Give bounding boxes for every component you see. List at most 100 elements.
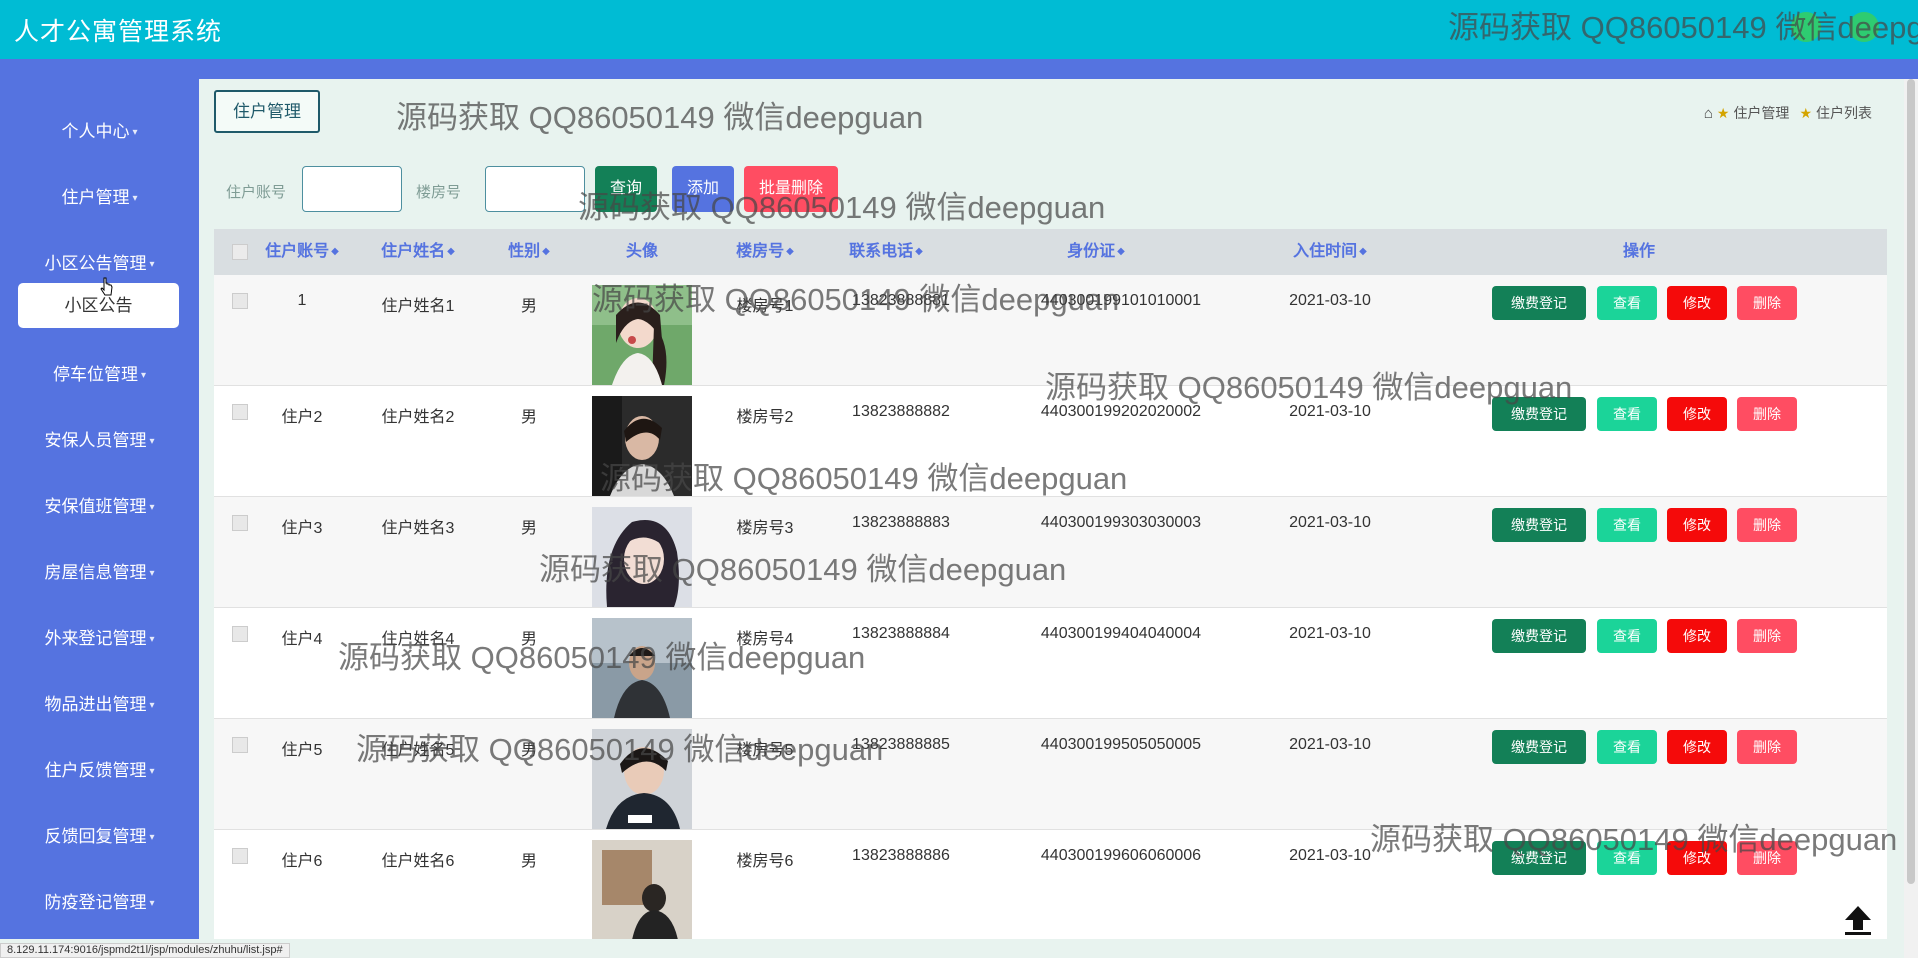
edit-button[interactable]: 修改 [1667, 619, 1727, 653]
pay-button[interactable]: 缴费登记 [1492, 730, 1586, 764]
batch-delete-button[interactable]: 批量删除 [744, 166, 838, 212]
edit-button[interactable]: 修改 [1667, 508, 1727, 542]
sidebar-item-goods-inout[interactable]: 物品进出管理 ▾ [0, 690, 199, 715]
edit-button[interactable]: 修改 [1667, 730, 1727, 764]
column-header-gender[interactable]: 性别 ◆ [504, 229, 554, 275]
sidebar-item-feedback-reply[interactable]: 反馈回复管理 ▾ [0, 822, 199, 847]
sidebar-item-label: 物品进出管理 [44, 695, 147, 714]
sidebar-item-visitor-registration[interactable]: 外来登记管理 ▾ [0, 624, 199, 649]
sidebar-item-housing[interactable]: 房屋信息管理 ▾ [0, 558, 199, 583]
delete-button[interactable]: 删除 [1737, 286, 1797, 320]
sidebar-item-label: 反馈回复管理 [44, 827, 147, 846]
column-header-name[interactable]: 住户姓名 ◆ [378, 229, 458, 275]
home-icon[interactable]: ⌂ [1704, 105, 1713, 122]
caret-down-icon: ▾ [149, 832, 155, 844]
sidebar-item-security-duty[interactable]: 安保值班管理 ▾ [0, 492, 199, 517]
table-row: 住户6 住户姓名6 男 楼房号6 13823888886 44030019960… [214, 830, 1887, 939]
sidebar-item-feedback[interactable]: 住户反馈管理 ▾ [0, 756, 199, 781]
avatar [592, 507, 692, 607]
delete-button[interactable]: 删除 [1737, 619, 1797, 653]
cell-move-in: 2021-03-10 [1289, 736, 1371, 753]
delete-button[interactable]: 删除 [1737, 730, 1797, 764]
cell-move-in: 2021-03-10 [1289, 514, 1371, 531]
sidebar: 个人中心 ▾ 住户管理 ▾ 小区公告管理 ▾ 小区公告 停车位管理 ▾ 安保人员管理 ▾ … [0, 79, 199, 939]
caret-down-icon: ▾ [149, 502, 155, 514]
edit-button[interactable]: 修改 [1667, 841, 1727, 875]
pay-button[interactable]: 缴费登记 [1492, 397, 1586, 431]
sidebar-item-personal-center[interactable]: 个人中心 ▾ [0, 117, 199, 142]
row-checkbox[interactable] [232, 515, 248, 531]
avatar [592, 618, 692, 718]
breadcrumb-item[interactable]: 住户管理 [1733, 103, 1789, 123]
view-button[interactable]: 查看 [1597, 286, 1657, 320]
edit-button[interactable]: 修改 [1667, 286, 1727, 320]
query-button[interactable]: 查询 [595, 166, 657, 212]
sort-icon: ◆ [915, 246, 923, 257]
pay-button[interactable]: 缴费登记 [1492, 286, 1586, 320]
view-button[interactable]: 查看 [1597, 397, 1657, 431]
column-header-label: 入住时间 [1293, 243, 1358, 261]
watermark: 源码获取 QQ86050149 微信deepguan [396, 100, 924, 135]
view-button[interactable]: 查看 [1597, 730, 1657, 764]
top-circle-button-1[interactable] [1791, 12, 1821, 42]
row-checkbox[interactable] [232, 737, 248, 753]
sidebar-item-label: 房屋信息管理 [44, 563, 147, 582]
select-all-checkbox[interactable] [232, 244, 248, 260]
column-header-building[interactable]: 楼房号 ◆ [730, 229, 800, 275]
scrollbar-thumb[interactable] [1907, 79, 1915, 884]
add-button[interactable]: 添加 [672, 166, 734, 212]
cell-id-card: 440300199101010001 [1040, 292, 1202, 309]
breadcrumb: ⌂ ★ 住户管理 ★ 住户列表 [1704, 103, 1872, 123]
pay-button[interactable]: 缴费登记 [1492, 841, 1586, 875]
cell-gender: 男 [520, 742, 537, 759]
sidebar-item-security-staff[interactable]: 安保人员管理 ▾ [0, 426, 199, 451]
sort-icon: ◆ [542, 246, 550, 257]
sidebar-item-label: 安保值班管理 [44, 497, 147, 516]
delete-button[interactable]: 删除 [1737, 841, 1797, 875]
sort-icon: ◆ [447, 246, 455, 257]
account-input[interactable] [302, 166, 402, 212]
sidebar-item-label: 住户反馈管理 [44, 761, 147, 780]
sort-icon: ◆ [1359, 246, 1367, 257]
top-circle-button-2[interactable] [1849, 12, 1879, 42]
view-button[interactable]: 查看 [1597, 619, 1657, 653]
sidebar-item-notices[interactable]: 小区公告管理 ▾ [0, 249, 199, 274]
submenu-item-notice[interactable]: 小区公告 [18, 283, 179, 328]
building-input[interactable] [485, 166, 585, 212]
page-tab-residents[interactable]: 住户管理 [214, 90, 320, 133]
sidebar-item-label: 防疫登记管理 [44, 893, 147, 912]
column-header-move-in[interactable]: 入住时间 ◆ [1290, 229, 1370, 275]
column-header-phone[interactable]: 联系电话 ◆ [846, 229, 926, 275]
table-row: 住户4 住户姓名4 男 楼房号4 13823888884 44030019940… [214, 608, 1887, 719]
row-checkbox[interactable] [232, 293, 248, 309]
view-button[interactable]: 查看 [1597, 841, 1657, 875]
sidebar-item-parking[interactable]: 停车位管理 ▾ [0, 360, 199, 385]
column-header-id-card[interactable]: 身份证 ◆ [1061, 229, 1131, 275]
caret-down-icon: ▾ [132, 193, 138, 205]
cell-building: 楼房号1 [736, 298, 794, 315]
cell-name: 住户姓名4 [381, 631, 455, 648]
table-row: 住户3 住户姓名3 男 楼房号3 13823888883 44030019930… [214, 497, 1887, 608]
pay-button[interactable]: 缴费登记 [1492, 619, 1586, 653]
row-checkbox[interactable] [232, 848, 248, 864]
sidebar-item-epidemic[interactable]: 防疫登记管理 ▾ [0, 888, 199, 913]
page-scrollbar[interactable] [1904, 79, 1918, 958]
view-button[interactable]: 查看 [1597, 508, 1657, 542]
app-title: 人才公寓管理系统 [14, 18, 223, 46]
cell-gender: 男 [520, 298, 537, 315]
mouse-cursor-icon [100, 277, 113, 296]
delete-button[interactable]: 删除 [1737, 508, 1797, 542]
edit-button[interactable]: 修改 [1667, 397, 1727, 431]
cell-gender: 男 [520, 520, 537, 537]
sidebar-item-residents[interactable]: 住户管理 ▾ [0, 183, 199, 208]
pay-button[interactable]: 缴费登记 [1492, 508, 1586, 542]
row-checkbox[interactable] [232, 404, 248, 420]
column-header-account[interactable]: 住户账号 ◆ [262, 229, 342, 275]
back-to-top-icon[interactable] [1841, 903, 1875, 937]
cell-account: 住户6 [281, 853, 323, 870]
column-header-avatar: 头像 [625, 243, 658, 260]
cell-id-card: 440300199404040004 [1040, 625, 1202, 642]
cell-phone: 13823888885 [852, 736, 950, 753]
delete-button[interactable]: 删除 [1737, 397, 1797, 431]
row-checkbox[interactable] [232, 626, 248, 642]
